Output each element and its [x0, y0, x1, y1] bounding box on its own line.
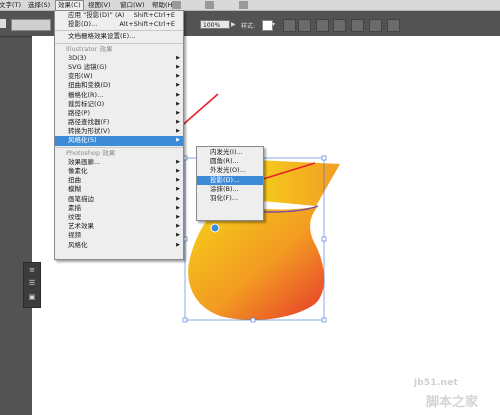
submenu-arrow-icon: ▶: [176, 223, 180, 230]
watermark-domain: jb51.net: [414, 378, 458, 388]
illustrator-effect-item-0[interactable]: 3D(3) ▶: [55, 54, 183, 63]
photoshop-effect-item-label: 像素化: [68, 167, 88, 175]
photoshop-effect-item-label: 扭曲: [68, 176, 81, 185]
stylize-item-label: 外发光(O)...: [210, 166, 246, 175]
photoshop-effects-header: Photoshop 效果: [66, 148, 116, 157]
stylize-item-2[interactable]: 外发光(O)...: [197, 166, 263, 175]
photoshop-effect-item-0[interactable]: 效果画廊... ▶: [55, 158, 183, 167]
last-effect-label: 投影(D)...: [68, 20, 98, 29]
submenu-arrow-icon: ▶: [176, 109, 180, 116]
photoshop-effect-item-2[interactable]: 扭曲 ▶: [55, 176, 183, 185]
illustrator-effect-item-label: 路径(P): [68, 108, 90, 117]
stylize-item-label: 投影(D)...: [210, 175, 240, 184]
photoshop-effect-item-label: 画笔描边: [68, 194, 94, 203]
photoshop-effect-item-label: 模糊: [68, 185, 81, 194]
submenu-arrow-icon: ▶: [176, 186, 180, 193]
illustrator-effect-item-2[interactable]: 变形(W) ▶: [55, 72, 183, 81]
swatch-panel-icon[interactable]: ▣: [28, 293, 36, 301]
stylize-item-4[interactable]: 涂抹(B)...: [197, 185, 263, 194]
bag-top: [252, 160, 340, 206]
menu-lines-icon[interactable]: ☰: [28, 279, 36, 287]
bag-body: [188, 204, 325, 320]
menu-divider: [55, 146, 183, 148]
apply-last-effect-shortcut: Shift+Ctrl+E: [133, 11, 175, 19]
stylize-item-label: 内发光(I)...: [210, 148, 243, 156]
document-raster-settings[interactable]: 文档栅格效果设置(E)...: [55, 32, 183, 41]
watermark-name: 脚本之家: [426, 395, 479, 410]
illustrator-effect-item-9[interactable]: 风格化(S) ▶: [55, 136, 183, 146]
stylize-submenu: 内发光(I)... 圆角(R)... 外发光(O)... 投影(D)... 涂抹(B).…: [196, 146, 264, 221]
illustrator-effect-item-6[interactable]: 路径(P) ▶: [55, 109, 183, 118]
submenu-arrow-icon: ▶: [176, 63, 180, 70]
submenu-arrow-icon: ▶: [176, 204, 180, 211]
photoshop-effect-item-4[interactable]: 画笔描边 ▶: [55, 195, 183, 204]
last-effect[interactable]: 投影(D)... Alt+Shift+Ctrl+E: [55, 20, 183, 29]
photoshop-effect-item-1[interactable]: 像素化 ▶: [55, 167, 183, 176]
illustrator-effect-item-label: 变形(W): [68, 72, 93, 81]
illustrator-effect-item-label: 裁剪标记(O): [68, 99, 105, 108]
submenu-arrow-icon: ▶: [176, 168, 180, 174]
submenu-arrow-icon: ▶: [176, 128, 180, 135]
illustrator-effect-item-label: 转换为形状(V): [68, 127, 111, 136]
stylize-item-label: 圆角(R)...: [210, 157, 239, 166]
photoshop-effect-item-8[interactable]: 视频 ▶: [55, 231, 183, 240]
photoshop-effect-item-6[interactable]: 纹理 ▶: [55, 213, 183, 222]
photoshop-effect-item-label: 效果画廊...: [68, 157, 101, 166]
submenu-arrow-icon: ▶: [176, 195, 180, 202]
collapsed-panel-dock: ≡ ☰ ▣: [23, 262, 41, 308]
submenu-arrow-icon: ▶: [176, 73, 180, 80]
photoshop-effect-item-label: 素描: [68, 203, 81, 212]
drag-handle-icon[interactable]: ≡: [28, 266, 36, 274]
photoshop-effect-item-label: 纹理: [68, 212, 81, 221]
photoshop-effect-item-5[interactable]: 素描 ▶: [55, 204, 183, 213]
illustrator-effect-item-label: 风格化(S): [68, 136, 97, 145]
stylize-item-3[interactable]: 投影(D)...: [197, 175, 263, 185]
stylize-item-label: 羽化(F)...: [210, 193, 239, 202]
illustrator-effect-item-1[interactable]: SVG 滤镜(G) ▶: [55, 63, 183, 72]
submenu-arrow-icon: ▶: [176, 213, 180, 220]
stylize-item-5[interactable]: 羽化(F)...: [197, 194, 263, 203]
submenu-arrow-icon: ▶: [176, 54, 180, 61]
submenu-arrow-icon: ▶: [176, 177, 180, 184]
gradient-annotator-icon: [210, 223, 220, 233]
last-effect-shortcut: Alt+Shift+Ctrl+E: [119, 20, 175, 29]
photoshop-effect-item-label: 风格化: [68, 240, 88, 249]
effect-menu: 应用 “投影(D)” (A) Shift+Ctrl+E 投影(D)... Alt…: [54, 10, 184, 260]
submenu-arrow-icon: ▶: [176, 232, 180, 239]
submenu-arrow-icon: ▶: [176, 241, 180, 248]
photoshop-effect-item-3[interactable]: 模糊 ▶: [55, 185, 183, 194]
stylize-item-1[interactable]: 圆角(R)...: [197, 157, 263, 166]
apply-last-effect-label: 应用 “投影(D)” (A): [68, 11, 125, 19]
illustrator-effect-item-label: 栅格化(R)...: [68, 90, 104, 99]
photoshop-effect-item-7[interactable]: 艺术效果 ▶: [55, 222, 183, 231]
submenu-arrow-icon: ▶: [176, 158, 180, 165]
apply-last-effect[interactable]: 应用 “投影(D)” (A) Shift+Ctrl+E: [55, 11, 183, 20]
submenu-arrow-icon: ▶: [176, 82, 180, 89]
submenu-arrow-icon: ▶: [176, 119, 180, 126]
photoshop-effect-item-9[interactable]: 风格化 ▶: [55, 241, 183, 250]
submenu-arrow-icon: ▶: [176, 91, 180, 98]
illustrator-effect-item-label: SVG 滤镜(G): [68, 62, 107, 71]
illustrator-effect-item-5[interactable]: 裁剪标记(O) ▶: [55, 100, 183, 109]
illustrator-effect-item-7[interactable]: 路径查找器(F) ▶: [55, 118, 183, 127]
illustrator-effect-item-label: 扭曲和变换(D): [68, 81, 111, 90]
stylize-item-label: 涂抹(B)...: [210, 184, 239, 193]
illustrator-effect-item-label: 3D(3): [68, 53, 87, 62]
submenu-arrow-icon: ▶: [176, 137, 180, 144]
photoshop-effect-item-label: 艺术效果: [68, 222, 94, 231]
illustrator-effect-item-4[interactable]: 栅格化(R)... ▶: [55, 91, 183, 100]
illustrator-effect-item-3[interactable]: 扭曲和变换(D) ▶: [55, 81, 183, 90]
menu-divider: [55, 42, 183, 44]
photoshop-effect-item-label: 视频: [68, 231, 81, 240]
illustrator-effect-item-label: 路径查找器(F): [68, 118, 110, 127]
stylize-item-0[interactable]: 内发光(I)...: [197, 148, 263, 157]
submenu-arrow-icon: ▶: [176, 100, 180, 107]
illustrator-effects-header: Illustrator 效果: [66, 44, 113, 53]
